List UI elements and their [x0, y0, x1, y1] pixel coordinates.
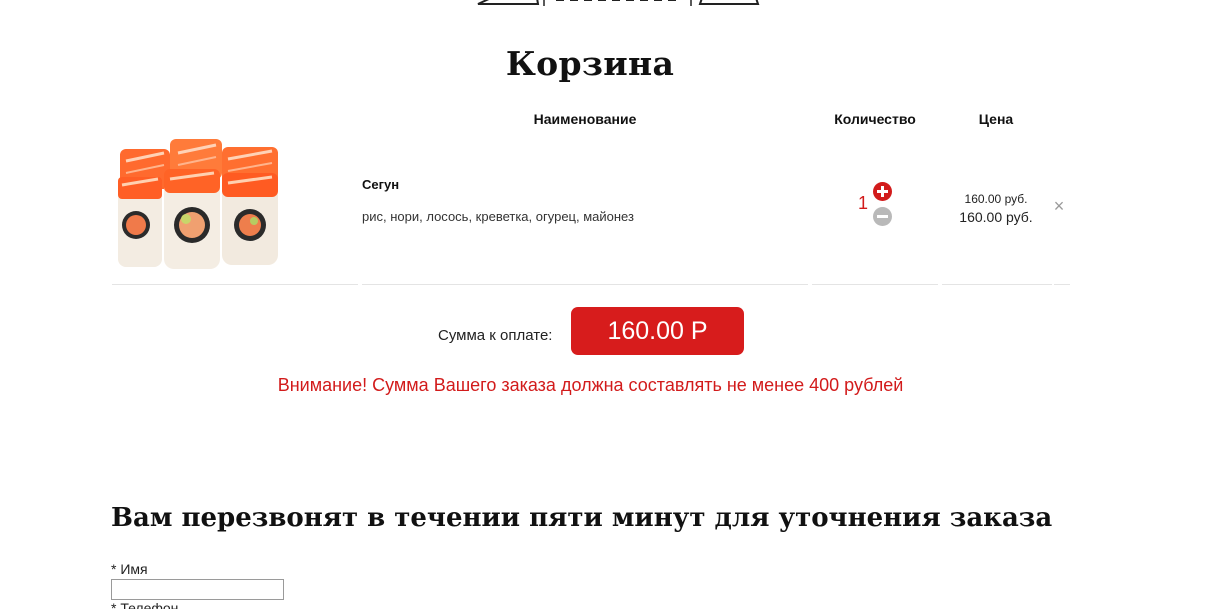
site-logo[interactable] — [476, 0, 760, 6]
column-header-quantity: Количество — [834, 111, 916, 127]
row-divider — [362, 284, 808, 285]
total-sum-badge: 160.00 Р — [571, 307, 744, 355]
increase-quantity-button[interactable] — [873, 182, 892, 201]
cart-page: Корзина Наименование Количество Цена Сег… — [0, 0, 1228, 609]
product-description: рис, нори, лосось, креветка, огурец, май… — [362, 209, 634, 224]
quantity-value: 1 — [857, 193, 868, 213]
row-divider — [112, 284, 358, 285]
column-header-name: Наименование — [533, 111, 637, 127]
row-divider — [812, 284, 938, 285]
product-image — [118, 139, 278, 269]
product-name[interactable]: Сегун — [362, 177, 399, 192]
cart-title: Корзина — [505, 44, 675, 83]
line-total-price: 160.00 руб. — [959, 209, 1033, 225]
name-input[interactable] — [111, 579, 284, 600]
sum-label: Сумма к оплате: — [438, 327, 553, 344]
column-header-price: Цена — [978, 111, 1014, 127]
minimum-order-warning: Внимание! Сумма Вашего заказа должна сос… — [277, 375, 904, 395]
row-divider — [942, 284, 1052, 285]
name-field-label: * Имя — [111, 561, 148, 577]
decrease-quantity-button[interactable] — [873, 207, 892, 226]
row-divider — [1054, 284, 1070, 285]
unit-price: 160.00 руб. — [964, 192, 1028, 206]
phone-field-label: * Телефон — [111, 600, 179, 609]
callback-form-title: Вам перезвонят в течении пяти минут для … — [111, 503, 1053, 533]
remove-item-button[interactable]: × — [1051, 196, 1067, 216]
